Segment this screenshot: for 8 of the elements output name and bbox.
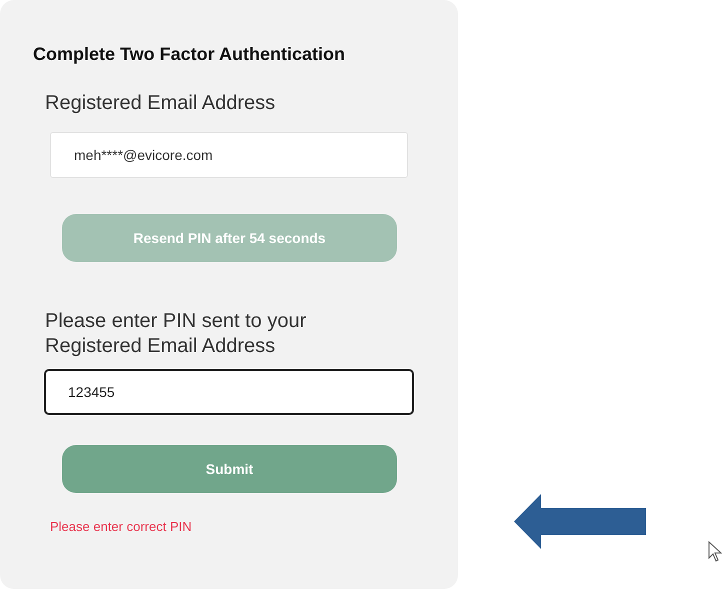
- pin-field[interactable]: 123455: [44, 369, 414, 415]
- form-title: Complete Two Factor Authentication: [33, 44, 346, 65]
- field-label: Registered Email Address: [45, 91, 276, 116]
- cursor-icon: [708, 541, 722, 562]
- left-arrow-icon: [514, 494, 646, 549]
- email-field[interactable]: meh****@evicore.com: [50, 132, 408, 178]
- error-message: Please enter correct PIN: [50, 519, 192, 534]
- field-label: Please enter PIN sent to your Registered Email Address: [45, 309, 308, 359]
